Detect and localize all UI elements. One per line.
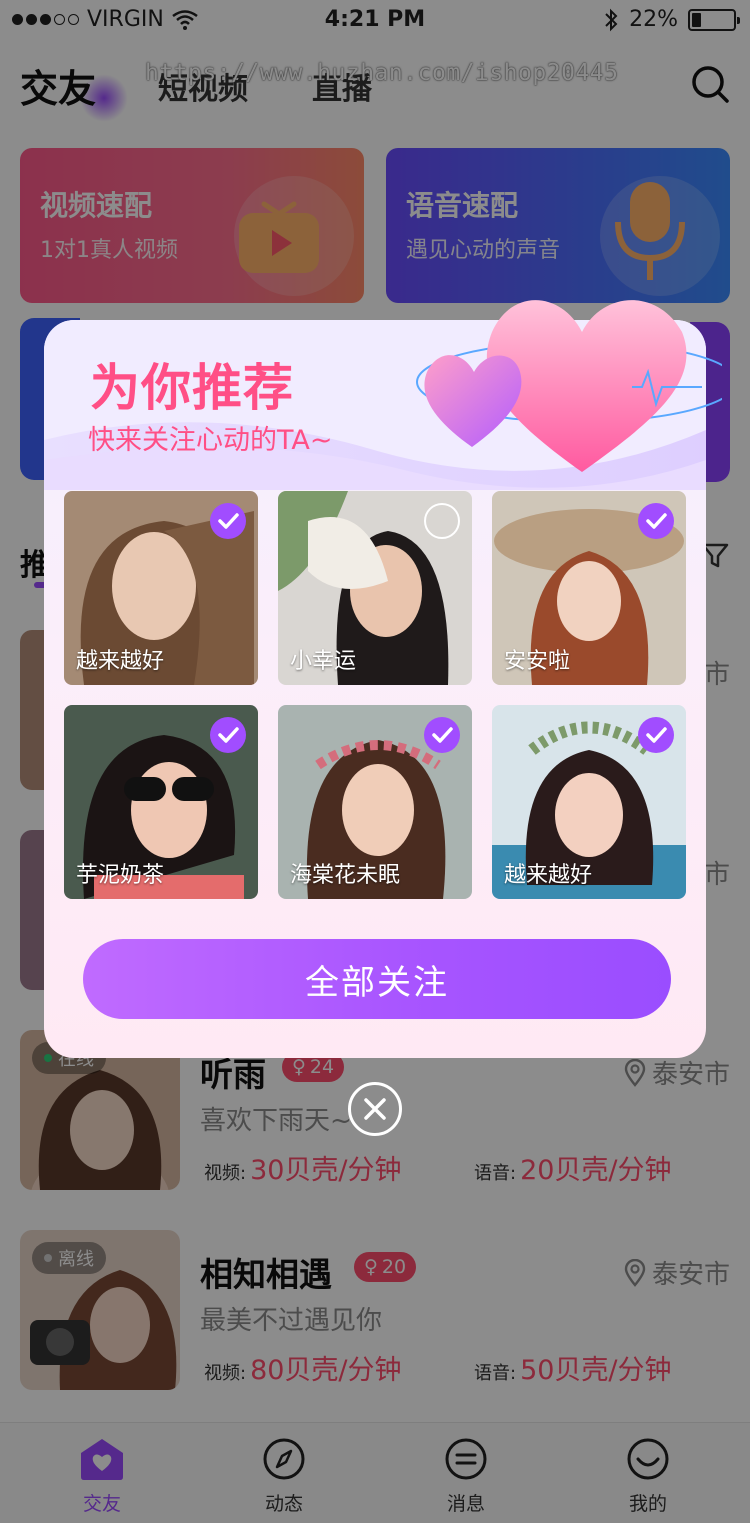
recommend-user-name: 越来越好	[76, 649, 165, 674]
recommend-user-tile[interactable]: 越来越好	[64, 491, 258, 685]
recommend-user-tile[interactable]: 小幸运	[278, 491, 472, 685]
check-icon[interactable]	[638, 503, 674, 539]
close-icon	[364, 1098, 386, 1120]
check-icon[interactable]	[210, 503, 246, 539]
recommend-user-name: 安安啦	[504, 649, 571, 674]
check-icon[interactable]	[638, 717, 674, 753]
check-icon[interactable]	[424, 717, 460, 753]
unchecked-icon[interactable]	[424, 503, 460, 539]
recommend-user-tile[interactable]: 海棠花未眠	[278, 705, 472, 899]
modal-title: 为你推荐	[90, 359, 294, 417]
close-modal-button[interactable]	[348, 1082, 402, 1136]
recommend-modal: 为你推荐 快来关注心动的TA~ 越来越好 小幸运 安安啦 芋泥奶茶 海棠花未眠 …	[44, 300, 722, 1058]
recommend-user-name: 芋泥奶茶	[76, 863, 165, 888]
follow-all-button[interactable]: 全部关注	[83, 939, 671, 1019]
recommend-user-tile[interactable]: 芋泥奶茶	[64, 705, 258, 899]
modal-subtitle: 快来关注心动的TA~	[88, 425, 333, 456]
recommend-user-name: 越来越好	[504, 863, 593, 888]
recommend-user-tile[interactable]: 越来越好	[492, 705, 686, 899]
recommend-user-tile[interactable]: 安安啦	[492, 491, 686, 685]
recommend-user-name: 海棠花未眠	[290, 863, 401, 888]
recommend-user-name: 小幸运	[290, 649, 357, 674]
hearts-illustration	[416, 300, 722, 472]
check-icon[interactable]	[210, 717, 246, 753]
